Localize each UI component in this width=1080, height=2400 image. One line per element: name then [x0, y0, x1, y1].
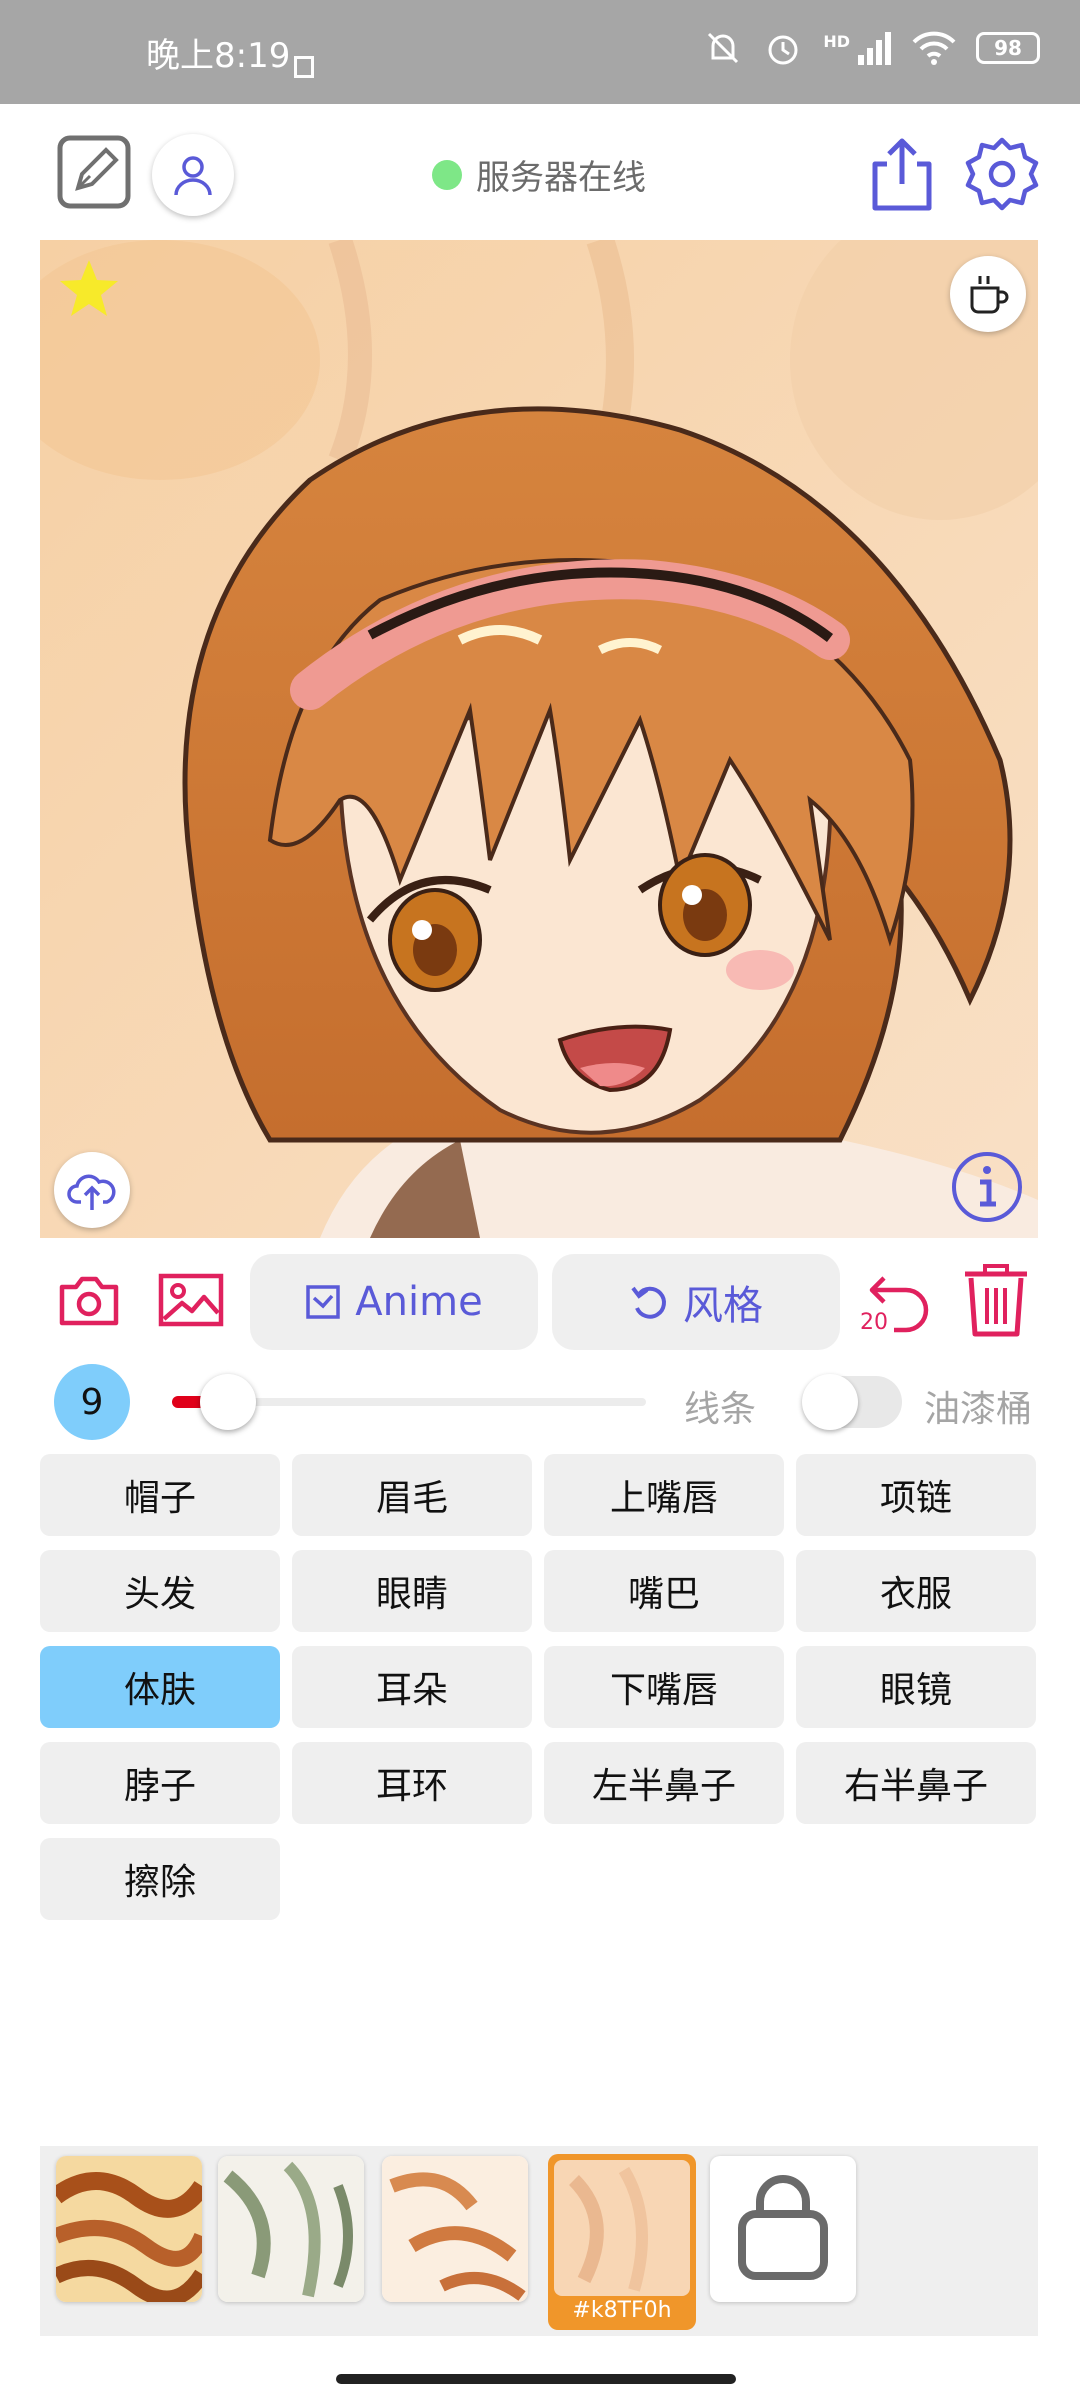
user-icon: [174, 156, 212, 196]
label-grid: 帽子 眉毛 上嘴唇 项链 头发 眼睛 嘴巴 衣服 体肤 耳朵 下嘴唇 眼镜 脖子…: [40, 1454, 1038, 1920]
coffee-button[interactable]: [950, 256, 1026, 332]
upload-button[interactable]: [54, 1152, 130, 1228]
style-thumbnail[interactable]: [218, 2156, 364, 2302]
undo-button[interactable]: 20: [856, 1264, 936, 1340]
label-button[interactable]: 眉毛: [292, 1454, 532, 1536]
camera-button[interactable]: [54, 1268, 124, 1332]
style-label: 风格: [683, 1283, 763, 1329]
brush-size-slider-thumb[interactable]: [200, 1374, 256, 1430]
status-bar: 晚上8:19 HD 98: [0, 0, 1080, 104]
edit-button[interactable]: [56, 134, 132, 210]
camera-icon: [59, 1276, 119, 1326]
server-status-text: 服务器在线: [476, 158, 646, 198]
store-button[interactable]: [710, 2156, 856, 2302]
user-button[interactable]: [152, 134, 234, 216]
label-button[interactable]: 脖子: [40, 1742, 280, 1824]
settings-button[interactable]: [962, 134, 1042, 214]
line-label[interactable]: 线条: [684, 1380, 756, 1432]
anime-label: Anime: [355, 1279, 483, 1325]
home-indicator[interactable]: [336, 2374, 736, 2384]
checkbox-icon: [306, 1285, 341, 1319]
bag-icon: [738, 2175, 828, 2280]
label-button[interactable]: 左半鼻子: [544, 1742, 784, 1824]
style-thumbnail[interactable]: [56, 2156, 202, 2302]
star-icon[interactable]: [58, 258, 120, 318]
wifi-icon: [912, 31, 956, 65]
erase-button[interactable]: 擦除: [40, 1838, 280, 1920]
label-button-selected[interactable]: 体肤: [40, 1646, 280, 1728]
alarm-icon: [768, 35, 798, 65]
label-button[interactable]: 帽子: [40, 1454, 280, 1536]
drawing-canvas[interactable]: [40, 240, 1038, 1238]
anime-portrait: [40, 240, 1038, 1238]
undo-count: 20: [860, 1310, 888, 1335]
style-swatch: [382, 2156, 528, 2302]
style-code: #k8TF0h: [572, 2298, 672, 2323]
coffee-icon: [970, 276, 1009, 314]
gallery-button[interactable]: [156, 1268, 226, 1332]
battery-icon: 98: [976, 32, 1040, 64]
mute-icon: [708, 32, 739, 64]
qr-icon: [294, 56, 314, 78]
style-swatch: [554, 2160, 690, 2296]
style-thumbnail[interactable]: [382, 2156, 528, 2302]
share-icon: [872, 138, 932, 211]
refresh-icon: [631, 1286, 666, 1319]
label-button[interactable]: 下嘴唇: [544, 1646, 784, 1728]
status-dot: [432, 159, 462, 190]
trash-icon: [965, 1264, 1027, 1337]
server-status: 服务器在线: [432, 150, 646, 199]
label-button[interactable]: 上嘴唇: [544, 1454, 784, 1536]
label-button[interactable]: 右半鼻子: [796, 1742, 1036, 1824]
label-button[interactable]: 嘴巴: [544, 1550, 784, 1632]
settings-icon: [965, 137, 1039, 211]
image-icon: [158, 1273, 224, 1327]
label-button[interactable]: 头发: [40, 1550, 280, 1632]
label-button[interactable]: 眼睛: [292, 1550, 532, 1632]
label-button[interactable]: 眼镜: [796, 1646, 1036, 1728]
network-type: HD: [823, 31, 850, 51]
bucket-label: 油漆桶: [924, 1389, 1033, 1430]
signal-icon: [858, 32, 891, 65]
delete-button[interactable]: [958, 1260, 1034, 1340]
upload-cloud-icon: [67, 1174, 116, 1210]
label-button[interactable]: 耳环: [292, 1742, 532, 1824]
label-button[interactable]: 衣服: [796, 1550, 1036, 1632]
label-button[interactable]: 项链: [796, 1454, 1036, 1536]
share-button[interactable]: [864, 134, 940, 214]
anime-button[interactable]: Anime: [250, 1254, 538, 1350]
brush-size-badge: 9: [54, 1364, 130, 1440]
style-swatch: [56, 2156, 202, 2302]
label-button[interactable]: 耳朵: [292, 1646, 532, 1728]
bucket-toggle-knob[interactable]: [802, 1374, 858, 1430]
info-icon[interactable]: [950, 1150, 1024, 1224]
edit-icon: [57, 135, 131, 209]
style-swatch: [218, 2156, 364, 2302]
status-icons: HD 98: [703, 28, 1040, 68]
status-time: 晚上8:19: [146, 36, 291, 76]
style-button[interactable]: 风格: [552, 1254, 840, 1350]
